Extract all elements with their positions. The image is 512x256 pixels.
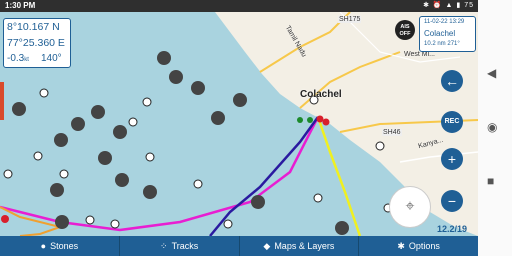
gear-icon: ✱ (397, 240, 405, 251)
tab-stones[interactable]: ● Stones (0, 236, 120, 256)
tab-maps-layers[interactable]: ◆ Maps & Layers (240, 236, 360, 256)
stone-icon[interactable] (169, 70, 183, 84)
info-datetime: 11-02-22 13:29 (424, 19, 465, 25)
coordinates-panel[interactable]: 8°10.167 N 77°25.360 E -0.3kt 140° (3, 18, 71, 68)
road-label-sh46: SH46 (382, 129, 402, 136)
android-nav-bar: ◀ ◉ ■ (478, 0, 512, 256)
stone-icon[interactable] (251, 195, 265, 209)
stone-icon[interactable] (157, 51, 171, 65)
red-marker-icon (322, 118, 330, 126)
stone-icon[interactable] (113, 125, 127, 139)
pin-icon[interactable] (85, 215, 95, 225)
pin-icon[interactable] (33, 151, 43, 161)
recents-nav-icon[interactable]: ■ (487, 174, 494, 188)
place-colachel: Colachel (300, 89, 342, 100)
stone-icon[interactable] (233, 93, 247, 107)
ais-state: OFF (399, 30, 411, 37)
pin-icon[interactable] (193, 179, 203, 189)
zoom-out-button[interactable]: − (441, 190, 463, 212)
crosshair-icon: ⌖ (405, 198, 415, 215)
status-time: 1:30 PM (5, 1, 36, 10)
track-magenta (0, 116, 320, 232)
place-west: West Mi... (404, 51, 435, 58)
stone-icon[interactable] (98, 151, 112, 165)
pin-icon[interactable] (39, 88, 49, 98)
pin-icon[interactable] (128, 117, 138, 127)
track-navy (209, 116, 320, 236)
recenter-button[interactable]: ⌖ (389, 186, 431, 228)
road-label-sh175: SH175 (338, 16, 362, 23)
scale-label: 12.2/19 (437, 224, 468, 234)
green-marker-icon (297, 117, 303, 123)
stone-icon[interactable] (191, 81, 205, 95)
pin-icon[interactable] (3, 169, 13, 179)
stone-icon[interactable] (91, 105, 105, 119)
home-nav-icon[interactable]: ◉ (487, 120, 497, 134)
green-marker-icon (307, 117, 313, 123)
speed-value: -0.3kt (7, 53, 29, 64)
latitude-value: 8°10.167 N (7, 21, 60, 33)
status-icons: ✱ ⏰ ▲ ▮ 75 (423, 2, 474, 9)
info-panel[interactable]: 11-02-22 13:29 Colachel 10.2 nm 271° (419, 16, 476, 52)
red-marker-icon (316, 115, 324, 123)
location-pin-icon: ● (40, 241, 47, 251)
stone-icon[interactable] (55, 215, 69, 229)
status-bar: 1:30 PM ✱ ⏰ ▲ ▮ 75 (0, 0, 478, 12)
pin-icon[interactable] (59, 169, 69, 179)
side-indicator (0, 82, 4, 120)
pin-icon[interactable] (142, 97, 152, 107)
pin-icon[interactable] (223, 219, 233, 229)
ais-toggle-button[interactable]: AIS OFF (395, 20, 415, 40)
pin-icon[interactable] (145, 152, 155, 162)
longitude-value: 77°25.360 E (7, 37, 65, 49)
record-button[interactable]: REC (441, 111, 463, 133)
info-place: Colachel (424, 29, 456, 38)
stone-icon[interactable] (12, 102, 26, 116)
stone-icon[interactable] (50, 183, 64, 197)
bottom-navigation: ● Stones ⁘ Tracks ◆ Maps & Layers ✱ Opti… (0, 236, 478, 256)
stone-icon[interactable] (211, 111, 225, 125)
pin-icon[interactable] (110, 219, 120, 229)
stone-icon[interactable] (143, 185, 157, 199)
stone-icon[interactable] (335, 221, 349, 235)
layers-icon: ◆ (263, 240, 271, 251)
heading-value: 140° (41, 53, 62, 64)
tab-maps-layers-label: Maps & Layers (274, 241, 335, 251)
stone-icon[interactable] (115, 173, 129, 187)
pin-icon[interactable] (375, 141, 385, 151)
tab-options[interactable]: ✱ Options (359, 236, 478, 256)
back-nav-icon[interactable]: ◀ (487, 66, 496, 80)
tab-stones-label: Stones (50, 241, 79, 251)
track-icon: ⁘ (160, 240, 168, 251)
red-marker-icon (1, 215, 9, 223)
track-orange (0, 206, 64, 236)
stone-icon[interactable] (54, 133, 68, 147)
back-button[interactable]: ← (441, 70, 463, 92)
info-distance: 10.2 nm 271° (424, 41, 460, 47)
tab-tracks[interactable]: ⁘ Tracks (120, 236, 240, 256)
tab-options-label: Options (408, 241, 440, 251)
stone-icon[interactable] (71, 117, 85, 131)
pin-icon[interactable] (313, 193, 323, 203)
ais-label: AIS (400, 24, 410, 30)
zoom-in-button[interactable]: + (441, 148, 463, 170)
tab-tracks-label: Tracks (171, 241, 199, 251)
